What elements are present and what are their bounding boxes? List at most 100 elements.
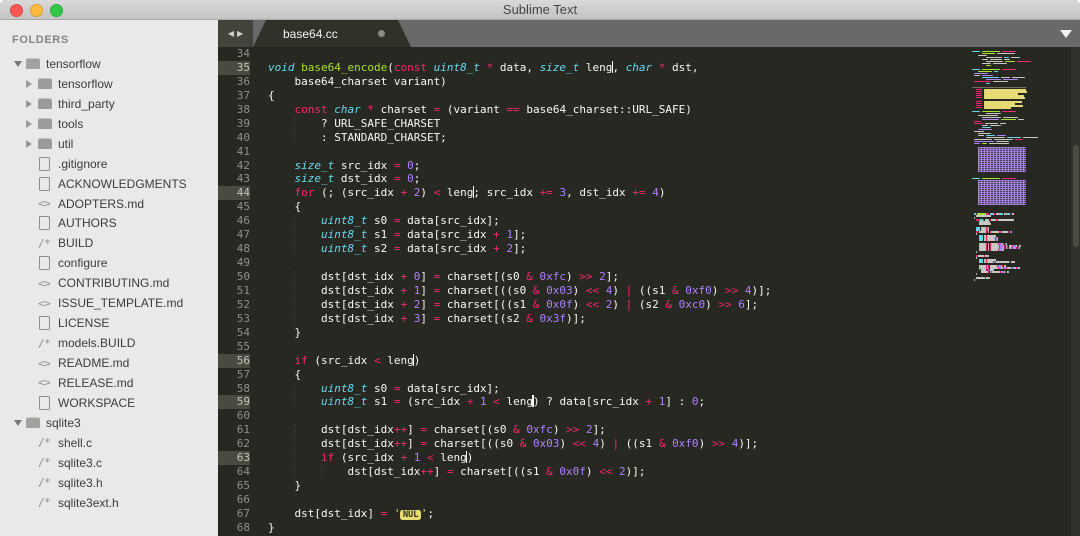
sidebar-item-sqlite3-c[interactable]: /* sqlite3.c: [0, 453, 218, 473]
sidebar-item-models-build[interactable]: /* models.BUILD: [0, 333, 218, 353]
close-button[interactable]: [10, 4, 23, 17]
code-area[interactable]: 34 35 36 37 38 39 40 41 42 43 44 45 46 47 48 49 50 51 52 53…: [218, 47, 1080, 536]
line-number[interactable]: 34: [218, 47, 250, 61]
code-line[interactable]: {: [268, 89, 1080, 103]
sidebar-item-sqlite3[interactable]: sqlite3: [0, 413, 218, 433]
sidebar-item-third-party[interactable]: third_party: [0, 94, 218, 114]
sidebar-item-tools[interactable]: tools: [0, 114, 218, 134]
sidebar-item-release-md[interactable]: <> RELEASE.md: [0, 373, 218, 393]
sidebar-item-readme-md[interactable]: <> README.md: [0, 353, 218, 373]
line-number[interactable]: 53: [218, 312, 250, 326]
line-number[interactable]: 57: [218, 368, 250, 382]
line-number[interactable]: 43: [218, 172, 250, 186]
code-line[interactable]: }: [268, 521, 1080, 535]
sidebar-item-license[interactable]: LICENSE: [0, 313, 218, 333]
sidebar-item-util[interactable]: util: [0, 134, 218, 154]
code-line[interactable]: dst[dst_idx++] = charset[((s0 & 0x03) <<…: [268, 437, 1080, 451]
disclosure-right-icon[interactable]: [26, 100, 38, 108]
line-number[interactable]: 51: [218, 284, 250, 298]
code-line[interactable]: dst[dst_idx] = ' NUL ';: [268, 507, 1080, 521]
disclosure-right-icon[interactable]: [26, 140, 38, 148]
code-line[interactable]: {: [268, 368, 1080, 382]
sidebar-item--gitignore[interactable]: .gitignore: [0, 154, 218, 174]
code-line[interactable]: [268, 409, 1080, 423]
code-line[interactable]: dst[dst_idx++] = charset[((s1 & 0x0f) <<…: [268, 465, 1080, 479]
code-line[interactable]: [268, 340, 1080, 354]
line-number[interactable]: 50: [218, 270, 250, 284]
sidebar-item-workspace[interactable]: WORKSPACE: [0, 393, 218, 413]
line-number[interactable]: 44: [218, 186, 250, 201]
code-line[interactable]: dst[dst_idx + 0] = charset[(s0 & 0xfc) >…: [268, 270, 1080, 284]
sidebar-item-contributing-md[interactable]: <> CONTRIBUTING.md: [0, 273, 218, 293]
disclosure-right-icon[interactable]: [26, 80, 38, 88]
line-number[interactable]: 37: [218, 89, 250, 103]
code-line[interactable]: }: [268, 479, 1080, 493]
code-line[interactable]: dst[dst_idx + 2] = charset[((s1 & 0x0f) …: [268, 298, 1080, 312]
code-line[interactable]: }: [268, 326, 1080, 340]
line-number[interactable]: 63: [218, 451, 250, 466]
sidebar-item-authors[interactable]: AUTHORS: [0, 214, 218, 234]
title-bar[interactable]: Sublime Text: [0, 0, 1080, 20]
line-number[interactable]: 64: [218, 465, 250, 479]
line-number[interactable]: 40: [218, 131, 250, 145]
code-line[interactable]: size_t dst_idx = 0;: [268, 172, 1080, 186]
line-number[interactable]: 62: [218, 437, 250, 451]
line-number[interactable]: 48: [218, 242, 250, 256]
code-line[interactable]: {: [268, 200, 1080, 214]
minimize-button[interactable]: [30, 4, 43, 17]
disclosure-down-icon[interactable]: [14, 61, 26, 67]
code-line[interactable]: const char * charset = (variant == base6…: [268, 103, 1080, 117]
line-number[interactable]: 42: [218, 159, 250, 173]
tab-overflow-dropdown-icon[interactable]: [1060, 30, 1072, 38]
line-number[interactable]: 39: [218, 117, 250, 131]
line-number[interactable]: 47: [218, 228, 250, 242]
sidebar-item-shell-c[interactable]: /* shell.c: [0, 433, 218, 453]
line-number[interactable]: 58: [218, 382, 250, 396]
line-number[interactable]: 41: [218, 145, 250, 159]
scrollbar-thumb[interactable]: [1072, 145, 1079, 247]
code-line[interactable]: dst[dst_idx + 3] = charset[(s2 & 0x3f)];: [268, 312, 1080, 326]
disclosure-down-icon[interactable]: [14, 420, 26, 426]
sidebar-item-acknowledgments[interactable]: ACKNOWLEDGMENTS: [0, 174, 218, 194]
nav-back-icon[interactable]: ◀: [228, 29, 234, 38]
line-number[interactable]: 56: [218, 353, 250, 368]
code-line[interactable]: [268, 493, 1080, 507]
sidebar-item-configure[interactable]: configure: [0, 253, 218, 273]
minimap[interactable]: [972, 47, 1040, 536]
sidebar-item-adopters-md[interactable]: <> ADOPTERS.md: [0, 194, 218, 214]
line-number[interactable]: 68: [218, 521, 250, 535]
code-line[interactable]: dst[dst_idx + 1] = charset[((s0 & 0x03) …: [268, 284, 1080, 298]
code-line[interactable]: uint8_t s0 = data[src_idx];: [268, 214, 1080, 228]
sidebar-item-build[interactable]: /* BUILD: [0, 233, 218, 253]
line-number[interactable]: 54: [218, 326, 250, 340]
line-number[interactable]: 36: [218, 75, 250, 89]
vertical-scrollbar[interactable]: [1071, 47, 1080, 536]
code-line[interactable]: if (src_idx + 1 < leng): [268, 451, 1080, 465]
code-line[interactable]: void base64_encode(const uint8_t * data,…: [268, 60, 1080, 75]
code-line[interactable]: [268, 145, 1080, 159]
sidebar-item-sqlite3-h[interactable]: /* sqlite3.h: [0, 473, 218, 493]
code-line[interactable]: base64_charset variant): [268, 75, 1080, 89]
line-number[interactable]: 38: [218, 103, 250, 117]
disclosure-right-icon[interactable]: [26, 120, 38, 128]
code-line[interactable]: if (src_idx < leng): [268, 353, 1080, 368]
line-number[interactable]: 59: [218, 395, 250, 410]
code-line[interactable]: [268, 256, 1080, 270]
code-line[interactable]: [268, 47, 1080, 61]
code-line[interactable]: dst[dst_idx++] = charset[(s0 & 0xfc) >> …: [268, 423, 1080, 437]
code-line[interactable]: uint8_t s1 = data[src_idx + 1];: [268, 228, 1080, 242]
nav-forward-icon[interactable]: ▶: [237, 29, 243, 38]
sidebar-item-sqlite3ext-h[interactable]: /* sqlite3ext.h: [0, 493, 218, 513]
line-number[interactable]: 65: [218, 479, 250, 493]
line-number[interactable]: 61: [218, 423, 250, 437]
line-number[interactable]: 55: [218, 340, 250, 354]
line-number[interactable]: 49: [218, 256, 250, 270]
line-number[interactable]: 45: [218, 200, 250, 214]
code-line[interactable]: : STANDARD_CHARSET;: [268, 131, 1080, 145]
line-number[interactable]: 67: [218, 507, 250, 521]
sidebar-item-tensorflow[interactable]: tensorflow: [0, 74, 218, 94]
line-number[interactable]: 35: [218, 60, 250, 75]
line-number[interactable]: 60: [218, 409, 250, 423]
sidebar-item-issue-template-md[interactable]: <> ISSUE_TEMPLATE.md: [0, 293, 218, 313]
code-line[interactable]: ? URL_SAFE_CHARSET: [268, 117, 1080, 131]
